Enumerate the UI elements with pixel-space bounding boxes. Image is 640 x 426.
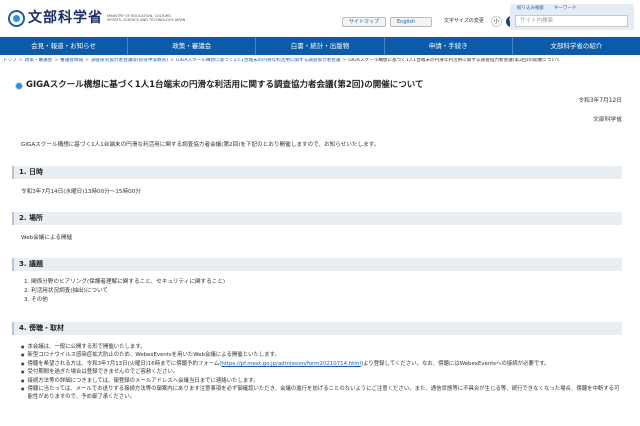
observation-list: 本会議は、一般に公開する形で開催いたします。 新型コロナウイルス感染症拡大防止の… xyxy=(21,343,621,402)
section-title: 1. 日時 xyxy=(19,168,43,176)
nav-item-about[interactable]: 文部科学省の紹介 xyxy=(513,37,640,55)
list-item: 傍聴に当たっては、メールでお送りする接続方法等の御案内にあります注意事項を必ず御… xyxy=(21,385,621,402)
agenda-list: 1. 関係分野のヒアリング(保護者理解に関すること、セキュリティに関すること) … xyxy=(24,278,225,304)
venue-text: Web会議による開催 xyxy=(21,235,73,241)
keyword-link[interactable]: キーワード xyxy=(554,6,577,12)
page-title: GIGAスクール構想に基づく1人1台端末の円滑な利活用に関する調査協力者会議(第… xyxy=(26,80,424,90)
section-title: 2. 場所 xyxy=(19,214,43,222)
breadcrumb-council[interactable]: 審議会情報 xyxy=(60,58,83,63)
section-datetime: 1. 日時 xyxy=(12,166,622,179)
list-item: 2. 利活用状況調査(抽出)について xyxy=(24,287,109,294)
breadcrumb-policy[interactable]: 政策・審議会 xyxy=(25,58,53,63)
site-search-input[interactable]: サイト内検索 xyxy=(515,15,628,27)
nav-item-applications[interactable]: 申請・手続き xyxy=(385,37,513,55)
list-item: 新型コロナウイルス感染症拡大防止のため、WebexEventsを用いたWeb会議… xyxy=(21,351,621,359)
list-item: 接続方法等の詳細につきましては、御登録のメールアドレスへ会議当日までに連絡いたし… xyxy=(21,377,621,385)
intro-text: GIGAスクール構想に基づく1人1台端末の円滑な利活用に関する調査協力者会議(第… xyxy=(21,142,380,148)
datetime-text: 令和3年7月14日(水曜日)13時00分～15時00分 xyxy=(21,189,141,195)
list-item: 1. 関係分野のヒアリング(保護者理解に関すること、セキュリティに関すること) xyxy=(24,279,226,285)
breadcrumb: トップ > 政策・審議会 > 審議会情報 > 調査研究協力者会議等(初等中等教育) > GIGA… xyxy=(3,58,561,63)
section-agenda: 3. 議題 xyxy=(12,258,622,271)
mext-logo[interactable]: 文部科学省 MINISTRY OF EDUCATION, CULTURE, SP… xyxy=(8,9,187,28)
mext-emblem-icon xyxy=(8,9,25,27)
english-link[interactable]: English xyxy=(390,16,433,27)
search-panel: 絞り込み検索 キーワード サイト内検索 xyxy=(510,4,634,30)
section-observation: 4. 傍聴・取材 xyxy=(12,322,622,335)
heading-bullet-icon xyxy=(15,81,23,90)
registration-form-link[interactable]: https://pf.mext.go.jp/admission/form2021… xyxy=(221,361,361,367)
utility-bar: サイトマップ English 文字サイズの変更 小 中 大 xyxy=(342,16,532,27)
nav-item-press[interactable]: 会見・報道・お知らせ xyxy=(0,37,129,55)
section-title: 3. 議題 xyxy=(19,260,43,268)
publisher: 文部科学省 xyxy=(593,117,622,123)
breadcrumb-current: GIGAスクール構想に基づく1人1台端末の円滑な利活用に関する調査協力者会議(第… xyxy=(348,58,561,63)
list-item: 3. その他 xyxy=(24,296,48,303)
section-title: 4. 傍聴・取材 xyxy=(19,324,64,332)
page-heading: GIGAスクール構想に基づく1人1台端末の円滑な利活用に関する調査協力者会議(第… xyxy=(15,80,423,91)
logo-text: 文部科学省 xyxy=(28,10,103,26)
sitemap-link[interactable]: サイトマップ xyxy=(342,16,387,27)
breadcrumb-research[interactable]: 調査研究協力者会議等(初等中等教育) xyxy=(91,58,168,63)
publish-date: 令和3年7月12日 xyxy=(578,98,622,104)
section-venue: 2. 場所 xyxy=(12,212,622,225)
list-item: 受付期間を過ぎた場合は登録できませんのでご容赦ください。 xyxy=(21,368,621,376)
refined-search-link[interactable]: 絞り込み検索 xyxy=(517,6,544,12)
breadcrumb-top[interactable]: トップ xyxy=(3,58,17,63)
logo-english: MINISTRY OF EDUCATION, CULTURE, SPORTS, … xyxy=(107,14,186,23)
nav-item-publications[interactable]: 白書・統計・出版物 xyxy=(256,37,385,55)
font-size-small-button[interactable]: 小 xyxy=(490,16,502,27)
list-item: 傍聴を希望される方は、令和3年7月13日(火曜日)16時までに傍聴予約フォーム(… xyxy=(21,360,621,368)
nav-item-policy[interactable]: 政策・審議会 xyxy=(128,37,257,55)
list-item: 本会議は、一般に公開する形で開催いたします。 xyxy=(21,343,621,351)
font-size-label: 文字サイズの変更 xyxy=(444,18,484,25)
global-nav: 会見・報道・お知らせ 政策・審議会 白書・統計・出版物 申請・手続き 文部科学省… xyxy=(0,37,640,55)
breadcrumb-giga[interactable]: GIGAスクール構想に基づく1人1台端末の円滑な利活用に関する調査協力者会議 xyxy=(176,58,340,63)
site-header: 文部科学省 MINISTRY OF EDUCATION, CULTURE, SP… xyxy=(0,0,640,36)
